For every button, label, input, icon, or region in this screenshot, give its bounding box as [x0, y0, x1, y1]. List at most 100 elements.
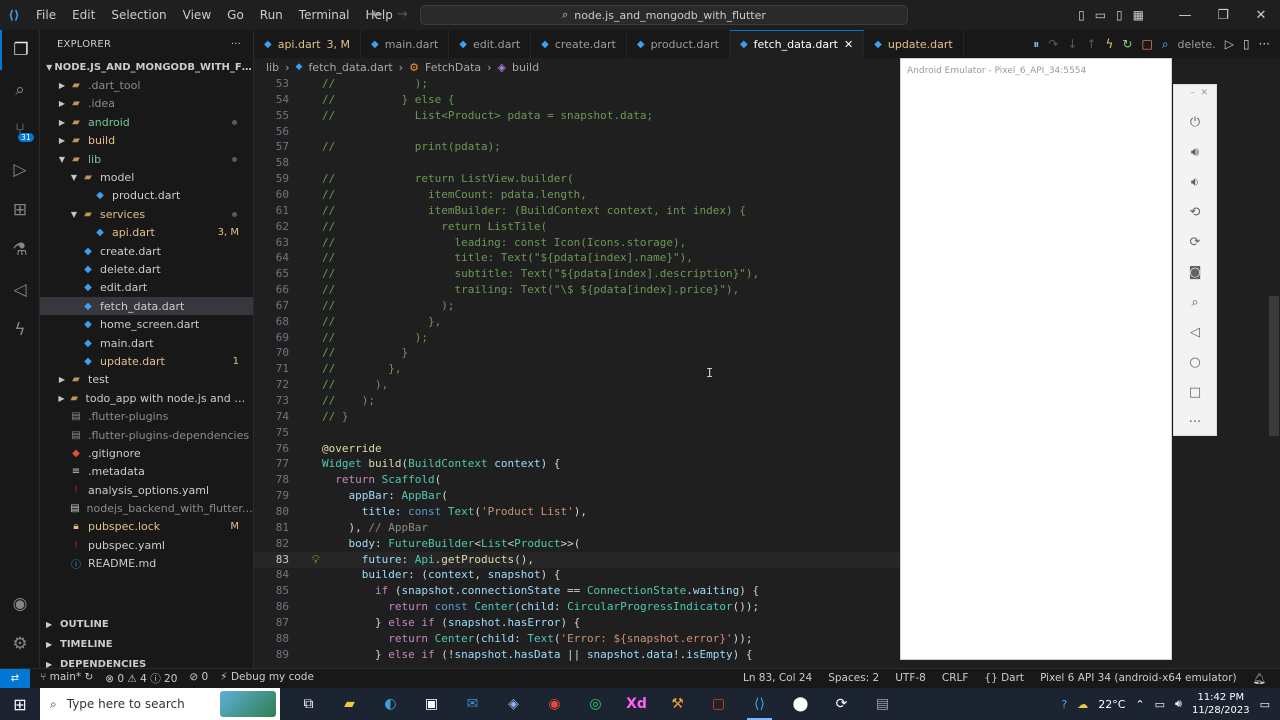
close-tab-icon[interactable]: ✕: [844, 38, 853, 51]
close-window-icon[interactable]: ✕: [1242, 8, 1280, 23]
weather-temp[interactable]: 22°C: [1098, 698, 1125, 711]
run-debug-icon[interactable]: ▷: [0, 150, 40, 190]
breadcrumb-file[interactable]: fetch_data.dart: [308, 61, 392, 74]
tab-update-dart[interactable]: ◆ update.dart: [864, 30, 964, 58]
store-icon[interactable]: ▣: [411, 688, 452, 720]
tree-file[interactable]: ◆ home_screen.dart: [40, 315, 253, 333]
notification-center-icon[interactable]: ▭: [1260, 698, 1270, 711]
menu-go[interactable]: Go: [219, 8, 252, 22]
git-branch[interactable]: ⑂ main* ↻: [40, 671, 93, 686]
tree-folder[interactable]: ▼ ▰ services: [40, 205, 253, 223]
adobe-xd-icon[interactable]: Xd: [616, 688, 657, 720]
tree-file[interactable]: ◆ api.dart 3, M: [40, 224, 253, 242]
taskbar-search[interactable]: ⌕ Type here to search: [40, 688, 280, 720]
volume-up-icon[interactable]: 🔊︎: [1174, 137, 1216, 167]
command-center-search[interactable]: ⌕ node.js_and_mongodb_with_flutter: [420, 5, 908, 25]
toggle-secondary-sidebar-icon[interactable]: ▯: [1116, 8, 1123, 22]
tree-file[interactable]: ◆ delete.dart: [40, 260, 253, 278]
language-mode[interactable]: {} Dart: [984, 672, 1024, 685]
split-editor-icon[interactable]: ▯: [1243, 37, 1250, 51]
clock[interactable]: 11:42 PM 11/28/2023: [1192, 691, 1250, 717]
tree-file[interactable]: ◆ product.dart: [40, 187, 253, 205]
tree-file[interactable]: ◆ fetch_data.dart: [40, 297, 253, 316]
more-actions-icon[interactable]: ···: [1259, 37, 1270, 51]
more-actions-icon[interactable]: ···: [231, 39, 241, 50]
workspace-root[interactable]: ▼ NODE.JS_AND_MONGODB_WITH_FLUTTER: [40, 58, 253, 76]
rotate-left-icon[interactable]: ⟲: [1174, 197, 1216, 227]
inspect-widget-icon[interactable]: ⌕: [1162, 37, 1169, 52]
zoom-icon[interactable]: ⌕: [1174, 287, 1216, 317]
android-studio-icon[interactable]: ⚒: [657, 688, 698, 720]
hot-reload-icon[interactable]: ϟ: [1105, 37, 1113, 51]
breadcrumb-method[interactable]: build: [512, 61, 539, 74]
help-icon[interactable]: ?: [1061, 698, 1067, 711]
app-icon-2[interactable]: ⬤: [780, 688, 821, 720]
step-out-icon[interactable]: ↑: [1086, 37, 1096, 51]
line-ending[interactable]: CRLF: [942, 672, 969, 685]
debug-indicator[interactable]: ⚡ Debug my code: [220, 671, 314, 686]
search-view-icon[interactable]: ⌕: [0, 70, 40, 110]
explorer-icon[interactable]: ❐: [0, 30, 40, 70]
tab-delete-dart[interactable]: delete.: [1178, 38, 1216, 51]
menu-run[interactable]: Run: [252, 8, 291, 22]
tree-folder[interactable]: ▶ ▰ android: [40, 113, 253, 131]
outline-section[interactable]: ▶ OUTLINE: [40, 614, 254, 634]
vertical-scrollbar[interactable]: [1268, 76, 1280, 668]
menu-edit[interactable]: Edit: [64, 8, 103, 22]
testing-icon[interactable]: ⚗: [0, 230, 40, 270]
lightbulb-icon[interactable]: 💡︎: [312, 552, 320, 568]
edge-icon[interactable]: ◐: [370, 688, 411, 720]
chrome-icon[interactable]: ◉: [534, 688, 575, 720]
more-icon[interactable]: ···: [1174, 407, 1216, 437]
home-icon[interactable]: ○: [1174, 347, 1216, 377]
tree-file[interactable]: ! analysis_options.yaml: [40, 481, 253, 499]
power-icon[interactable]: ⏻: [1174, 107, 1216, 137]
vscode-taskbar-icon[interactable]: ⟨⟩: [739, 688, 780, 720]
remote-indicator-icon[interactable]: ⇄: [0, 668, 30, 689]
task-view-icon[interactable]: ⧉: [288, 688, 329, 720]
menu-selection[interactable]: Selection: [103, 8, 174, 22]
app-icon[interactable]: ◈: [493, 688, 534, 720]
emulator-minimize-icon[interactable]: –: [1190, 88, 1195, 107]
restore-icon[interactable]: ❐: [1204, 8, 1242, 23]
tree-file[interactable]: ▤ .flutter-plugins: [40, 407, 253, 425]
toggle-primary-sidebar-icon[interactable]: ▯: [1078, 8, 1085, 22]
network-icon[interactable]: ▭: [1155, 698, 1165, 711]
restart-icon[interactable]: ↻: [1122, 37, 1132, 51]
volume-icon[interactable]: 🔊︎: [1175, 697, 1182, 711]
volume-down-icon[interactable]: 🔉︎: [1174, 167, 1216, 197]
tree-file[interactable]: ▤ nodejs_backend_with_flutter.iml: [40, 499, 253, 517]
menu-terminal[interactable]: Terminal: [291, 8, 358, 22]
step-into-icon[interactable]: ↓: [1067, 37, 1077, 51]
pause-icon[interactable]: ⏸: [1033, 37, 1039, 52]
code-editor[interactable]: 53 // ); 54 // } else {55 // List<Product> p…: [254, 76, 900, 668]
tree-folder[interactable]: ▶ ▰ build: [40, 132, 253, 150]
toggle-panel-icon[interactable]: ▭: [1095, 8, 1106, 22]
manage-gear-icon[interactable]: ⚙: [0, 624, 40, 664]
tree-file[interactable]: ⓘ README.md: [40, 555, 253, 573]
mail-icon[interactable]: ✉: [452, 688, 493, 720]
menu-file[interactable]: File: [28, 8, 64, 22]
forward-arrow-icon[interactable]: →: [397, 7, 408, 22]
tree-folder[interactable]: ▼ ▰ model: [40, 168, 253, 186]
whatsapp-icon[interactable]: ◎: [575, 688, 616, 720]
notifications-icon[interactable]: 🔔︎: [1253, 672, 1266, 685]
indentation[interactable]: Spaces: 2: [828, 672, 879, 685]
tree-file[interactable]: ◆ create.dart: [40, 242, 253, 260]
tree-folder[interactable]: ▼ ▰ lib: [40, 150, 253, 168]
tab-product-dart[interactable]: ◆ product.dart: [627, 30, 730, 58]
tab-fetch-data-dart[interactable]: ◆ fetch_data.dart ✕: [729, 30, 865, 58]
step-over-icon[interactable]: ↷: [1048, 37, 1058, 51]
overview-icon[interactable]: □: [1174, 377, 1216, 407]
tree-folder[interactable]: ▶ ▰ todo_app with node.js and mon...: [40, 389, 253, 407]
tree-file[interactable]: ! pubspec.yaml: [40, 536, 253, 554]
tree-folder[interactable]: ▶ ▰ .idea: [40, 95, 253, 113]
tree-file[interactable]: ≡ .metadata: [40, 463, 253, 481]
scrollbar-thumb[interactable]: [1269, 296, 1279, 436]
camera-icon[interactable]: ◙: [1174, 257, 1216, 287]
encoding[interactable]: UTF-8: [895, 672, 926, 685]
tree-file[interactable]: ◆ main.dart: [40, 334, 253, 352]
tree-folder[interactable]: ▶ ▰ test: [40, 371, 253, 389]
run-icon[interactable]: ▷: [1225, 37, 1234, 51]
customize-layout-icon[interactable]: ▦: [1133, 8, 1144, 22]
